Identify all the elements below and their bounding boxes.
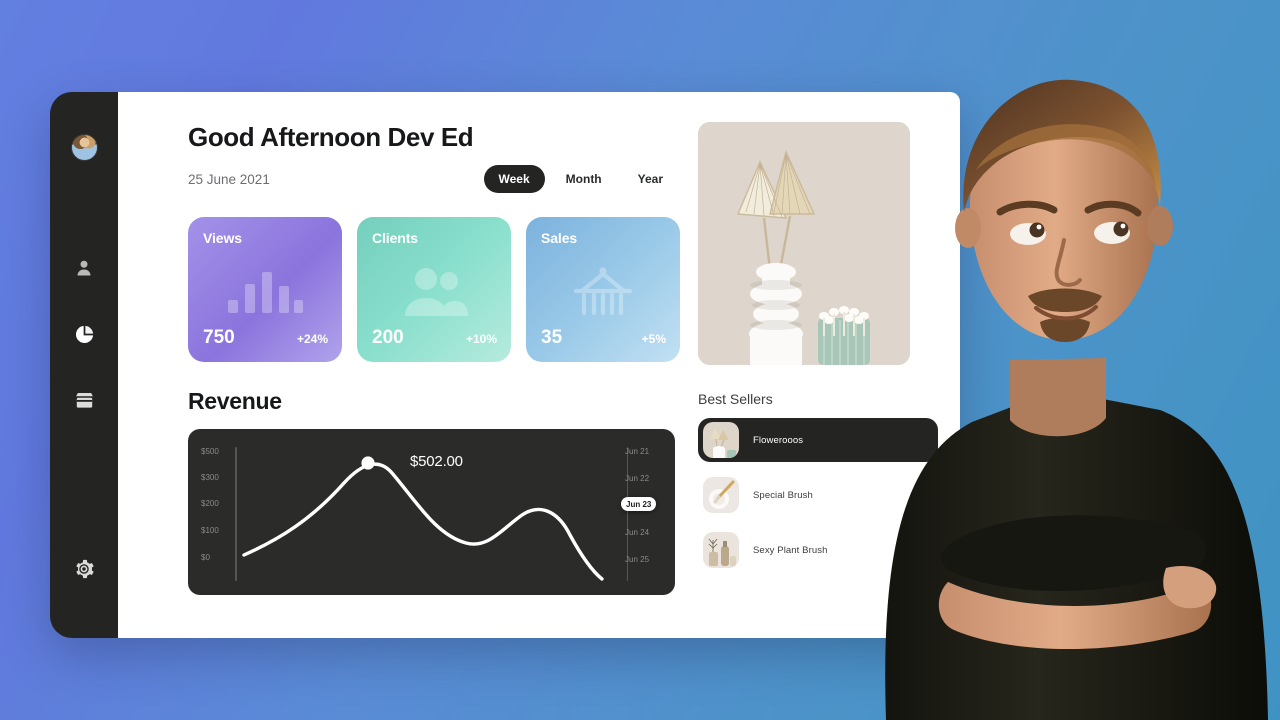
chart-value-label: $502.00 (410, 453, 463, 470)
dashboard-window: Good Afternoon Dev Ed 25 June 2021 Week … (50, 92, 960, 638)
list-item[interactable]: Special Brush (698, 473, 938, 517)
stat-value: 200 (372, 327, 404, 348)
product-image[interactable] (698, 122, 910, 365)
people-icon (357, 259, 511, 327)
x-tick[interactable]: Jun 21 (625, 447, 649, 456)
range-week-button[interactable]: Week (483, 165, 545, 193)
sidebar-item-profile[interactable] (73, 257, 95, 279)
stat-card-views[interactable]: Views 750 +24% (188, 217, 342, 362)
y-tick: $200 (201, 499, 219, 508)
best-sellers-title: Best Sellers (698, 391, 773, 407)
stat-card-sales[interactable]: Sales 35 +5% (526, 217, 680, 362)
sidebar-item-store[interactable] (73, 389, 95, 411)
product-name: Sexy Plant Brush (753, 544, 828, 556)
header-subrow: 25 June 2021 Week Month Year (188, 165, 680, 193)
x-tick-selected[interactable]: Jun 23 (621, 497, 657, 511)
gear-icon (76, 559, 94, 579)
stat-footer: 750 +24% (203, 327, 328, 349)
range-month-button[interactable]: Month (551, 165, 617, 193)
y-tick: $500 (201, 447, 219, 456)
revenue-title: Revenue (188, 388, 282, 414)
page-title: Good Afternoon Dev Ed (188, 122, 474, 152)
x-tick[interactable]: Jun 22 (625, 474, 649, 483)
store-icon (75, 392, 93, 408)
stat-title: Sales (541, 230, 578, 246)
range-toggle: Week Month Year (483, 165, 680, 193)
stat-title: Views (203, 230, 242, 246)
product-name: Special Brush (753, 489, 813, 501)
pie-chart-icon (75, 325, 93, 343)
x-tick[interactable]: Jun 24 (625, 528, 649, 537)
y-tick: $300 (201, 473, 219, 482)
current-date: 25 June 2021 (188, 171, 270, 187)
list-item[interactable]: Flowerooos (698, 418, 938, 462)
stat-cards: Views 750 +24% Clients 200 +10% Sales 35… (188, 217, 680, 362)
stat-change: +10% (465, 332, 497, 346)
sidebar (50, 92, 118, 638)
chart-y-axis: $500 $300 $200 $100 $0 (201, 447, 243, 581)
range-year-button[interactable]: Year (623, 165, 678, 193)
stat-change: +5% (641, 332, 666, 346)
left-column: Good Afternoon Dev Ed 25 June 2021 Week … (118, 122, 680, 638)
stat-footer: 200 +10% (372, 327, 497, 349)
sidebar-item-analytics[interactable] (73, 323, 95, 345)
product-name: Flowerooos (753, 434, 804, 446)
stat-title: Clients (372, 230, 418, 246)
y-tick: $100 (201, 526, 219, 535)
stat-card-clients[interactable]: Clients 200 +10% (357, 217, 511, 362)
chart-y-rule (235, 447, 237, 581)
sidebar-item-settings[interactable] (73, 558, 95, 580)
user-avatar[interactable] (70, 134, 98, 161)
person-icon (77, 260, 91, 276)
main-content: Good Afternoon Dev Ed 25 June 2021 Week … (118, 92, 960, 638)
stat-change: +24% (296, 332, 328, 346)
stat-value: 750 (203, 327, 235, 348)
product-thumbnail (703, 477, 739, 513)
basket-icon (526, 259, 680, 327)
right-column: Best Sellers Flowerooos Special Brush Se… (680, 122, 960, 638)
stat-value: 35 (541, 327, 563, 348)
revenue-chart[interactable]: $500 $300 $200 $100 $0 $502.00 Jun 21 Ju… (188, 429, 675, 595)
y-tick: $0 (201, 553, 210, 562)
x-tick[interactable]: Jun 25 (625, 555, 649, 564)
list-item[interactable]: Sexy Plant Brush (698, 528, 938, 572)
chart-marker (361, 456, 375, 470)
product-thumbnail (703, 532, 739, 568)
bar-chart-icon (188, 259, 342, 327)
chart-x-axis: Jun 21 Jun 22 Jun 23 Jun 24 Jun 25 (621, 447, 665, 581)
sidebar-nav (73, 257, 95, 411)
product-thumbnail (703, 422, 739, 458)
stat-footer: 35 +5% (541, 327, 666, 349)
